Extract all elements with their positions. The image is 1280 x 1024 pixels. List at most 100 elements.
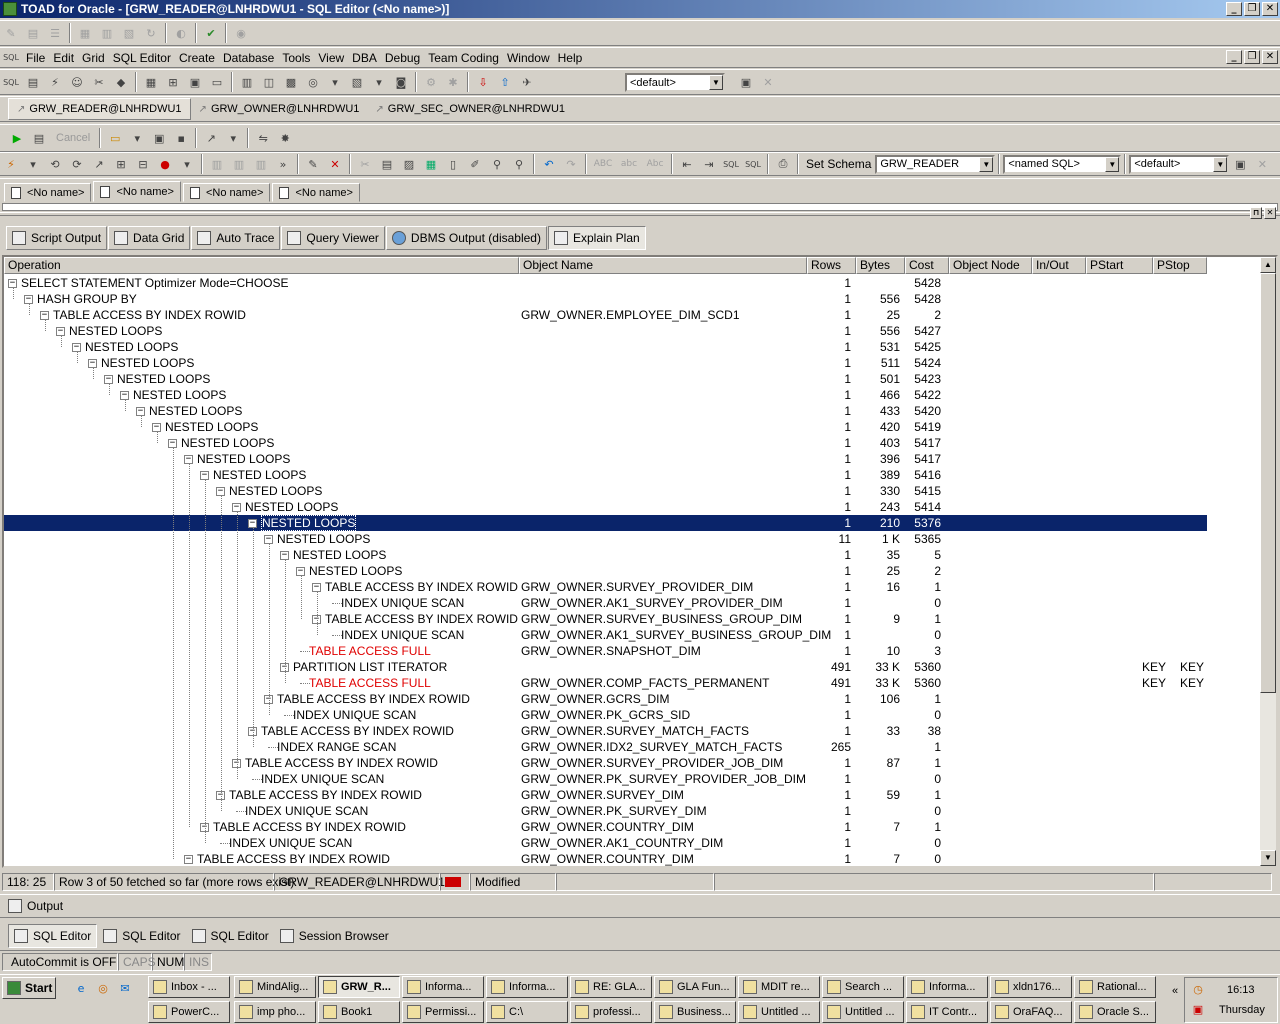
- taskbar-button[interactable]: Book1: [318, 1001, 400, 1023]
- taskbar-button[interactable]: IT Contr...: [906, 1001, 988, 1023]
- vertical-scrollbar[interactable]: ▲ ▼: [1260, 257, 1276, 866]
- scroll-thumb[interactable]: [1260, 273, 1276, 693]
- highlight-icon[interactable]: ✎: [304, 155, 322, 173]
- menu-debug[interactable]: Debug: [381, 51, 424, 65]
- execute-icon[interactable]: ▶: [8, 129, 26, 147]
- chevron-down-icon[interactable]: ▼: [709, 75, 723, 90]
- plan-row[interactable]: − TABLE ACCESS BY INDEX ROWID GRW_OWNER.SU…: [4, 755, 1207, 771]
- output-tab[interactable]: Output: [4, 899, 67, 913]
- disabled-tool-icon[interactable]: ◉: [232, 24, 250, 42]
- collapse-icon[interactable]: −: [136, 407, 145, 416]
- start-button[interactable]: Start: [2, 977, 56, 999]
- col-object-node[interactable]: Object Node: [949, 257, 1032, 274]
- taskbar-button[interactable]: GLA Fun...: [654, 976, 736, 998]
- tray-chevron-icon[interactable]: «: [1172, 985, 1178, 997]
- window-tab-session-browser[interactable]: Session Browser: [275, 924, 394, 948]
- chevron-down-icon[interactable]: ▼: [1105, 156, 1120, 172]
- collapse-icon[interactable]: −: [120, 391, 129, 400]
- quicklaunch-icon[interactable]: ◎: [94, 979, 112, 997]
- paste-icon[interactable]: ▨: [400, 155, 418, 173]
- disabled-tool-icon[interactable]: ✎: [2, 24, 20, 42]
- collapse-icon[interactable]: −: [216, 487, 225, 496]
- menu-dba[interactable]: DBA: [348, 51, 381, 65]
- plan-row[interactable]: INDEX UNIQUE SCAN GRW_OWNER.AK1_COUNTRY_D…: [4, 835, 1207, 851]
- window-tab-sql-editor-1[interactable]: SQL Editor: [8, 923, 98, 948]
- disabled-tool-icon[interactable]: ☰: [46, 24, 64, 42]
- disabled-tool-icon[interactable]: ▦: [76, 24, 94, 42]
- plan-row[interactable]: INDEX UNIQUE SCAN GRW_OWNER.AK1_SURVEY_PR…: [4, 595, 1207, 611]
- menu-sql-editor[interactable]: SQL Editor: [109, 51, 175, 65]
- menu-database[interactable]: Database: [219, 51, 278, 65]
- delete-template-icon[interactable]: ✕: [1253, 155, 1271, 173]
- col-cost[interactable]: Cost: [905, 257, 949, 274]
- record-dropdown-icon[interactable]: ▾: [178, 155, 196, 173]
- sql-editor-icon[interactable]: SQL: [2, 73, 20, 91]
- taskbar-button[interactable]: Oracle S...: [1074, 1001, 1156, 1023]
- sql-format-icon[interactable]: SQL: [722, 155, 740, 173]
- collapse-icon[interactable]: −: [200, 471, 209, 480]
- collapse-icon[interactable]: −: [24, 295, 33, 304]
- plan-row[interactable]: − TABLE ACCESS BY INDEX ROWID GRW_OWNER.CO…: [4, 851, 1207, 866]
- move-icon[interactable]: ↗: [90, 155, 108, 173]
- taskbar-button[interactable]: MindAlig...: [234, 976, 316, 998]
- taskbar-button[interactable]: Permissi...: [402, 1001, 484, 1023]
- plan-row[interactable]: − NESTED LOOPS 11 1 K 5365: [4, 531, 1207, 547]
- group-icon[interactable]: ⊞: [112, 155, 130, 173]
- col-rows[interactable]: Rows: [807, 257, 856, 274]
- lightbulb-icon[interactable]: ✸: [276, 129, 294, 147]
- col-object-name[interactable]: Object Name: [519, 257, 807, 274]
- camera-icon[interactable]: ◙: [392, 73, 410, 91]
- taskbar-button[interactable]: Search ...: [822, 976, 904, 998]
- chevron-down-icon[interactable]: ▼: [979, 156, 994, 172]
- plan-row[interactable]: − NESTED LOOPS 1 330 5415: [4, 483, 1207, 499]
- save-icon[interactable]: ▪: [172, 129, 190, 147]
- plan-row[interactable]: − NESTED LOOPS 1 403 5417: [4, 435, 1207, 451]
- mdi-minimize-button[interactable]: _: [1226, 50, 1242, 64]
- plan-row[interactable]: − NESTED LOOPS 1 556 5427: [4, 323, 1207, 339]
- plan-row[interactable]: − NESTED LOOPS 1 35 5: [4, 547, 1207, 563]
- load-dropdown-icon[interactable]: ▾: [224, 129, 242, 147]
- print-icon[interactable]: ⎙: [774, 155, 792, 173]
- collapse-icon[interactable]: −: [248, 519, 257, 528]
- taskbar-button[interactable]: GRW_R...: [318, 976, 400, 998]
- plan-row[interactable]: − NESTED LOOPS 1 511 5424: [4, 355, 1207, 371]
- menu-create[interactable]: Create: [175, 51, 219, 65]
- pin-icon[interactable]: ⊓: [1250, 207, 1262, 219]
- taskbar-button[interactable]: PowerC...: [148, 1001, 230, 1023]
- doc-tab-2[interactable]: <No name>: [93, 181, 181, 202]
- splitter[interactable]: [0, 212, 1280, 216]
- explain-icon[interactable]: ◫: [260, 73, 278, 91]
- copy3-icon[interactable]: ▥: [252, 155, 270, 173]
- scroll-down-icon[interactable]: ▼: [1260, 850, 1276, 866]
- outlook-icon[interactable]: ✉: [116, 979, 134, 997]
- delete-config-icon[interactable]: ✕: [759, 73, 777, 91]
- close-button[interactable]: ✕: [1262, 2, 1278, 16]
- connection-tab-grw-reader[interactable]: ↗ GRW_READER@LNHRDWU1: [8, 98, 191, 120]
- copy-clip-icon[interactable]: ▤: [378, 155, 396, 173]
- save-config-icon[interactable]: ▣: [737, 73, 755, 91]
- default-combo[interactable]: <default> ▼: [625, 73, 725, 92]
- plan-row[interactable]: − TABLE ACCESS BY INDEX ROWID GRW_OWNER.EM…: [4, 307, 1207, 323]
- network-tray-icon[interactable]: ▣: [1189, 1000, 1207, 1018]
- close-panel-icon[interactable]: ✕: [1264, 207, 1276, 219]
- window-tab-sql-editor-3[interactable]: SQL Editor: [187, 924, 274, 948]
- load-icon[interactable]: ↗: [202, 129, 220, 147]
- col-in-out[interactable]: In/Out: [1032, 257, 1086, 274]
- collapse-icon[interactable]: −: [40, 311, 49, 320]
- menu-team-coding[interactable]: Team Coding: [424, 51, 503, 65]
- disabled-tool-icon[interactable]: ◐: [172, 24, 190, 42]
- open-dropdown-icon[interactable]: ▾: [128, 129, 146, 147]
- taskbar-button[interactable]: Informa...: [402, 976, 484, 998]
- cancel-button[interactable]: Cancel: [50, 132, 96, 144]
- plan-row[interactable]: INDEX UNIQUE SCAN GRW_OWNER.PK_SURVEY_PRO…: [4, 771, 1207, 787]
- clock-time[interactable]: 16:13: [1227, 984, 1255, 996]
- sql-editor-icon[interactable]: SQL: [2, 49, 20, 67]
- plan-row[interactable]: − NESTED LOOPS 1 466 5422: [4, 387, 1207, 403]
- plan-row[interactable]: INDEX UNIQUE SCAN GRW_OWNER.PK_SURVEY_DIM…: [4, 803, 1207, 819]
- plan-row[interactable]: − NESTED LOOPS 1 531 5425: [4, 339, 1207, 355]
- cut-icon[interactable]: ✂: [356, 155, 374, 173]
- plan-row[interactable]: − TABLE ACCESS BY INDEX ROWID GRW_OWNER.SU…: [4, 579, 1207, 595]
- named-sql-combo[interactable]: <named SQL> ▼: [1003, 154, 1122, 174]
- plan-row[interactable]: − PARTITION LIST ITERATOR 491 33 K 5360 KEY KE…: [4, 659, 1207, 675]
- plan-row[interactable]: − NESTED LOOPS 1 210 5376: [4, 515, 1207, 531]
